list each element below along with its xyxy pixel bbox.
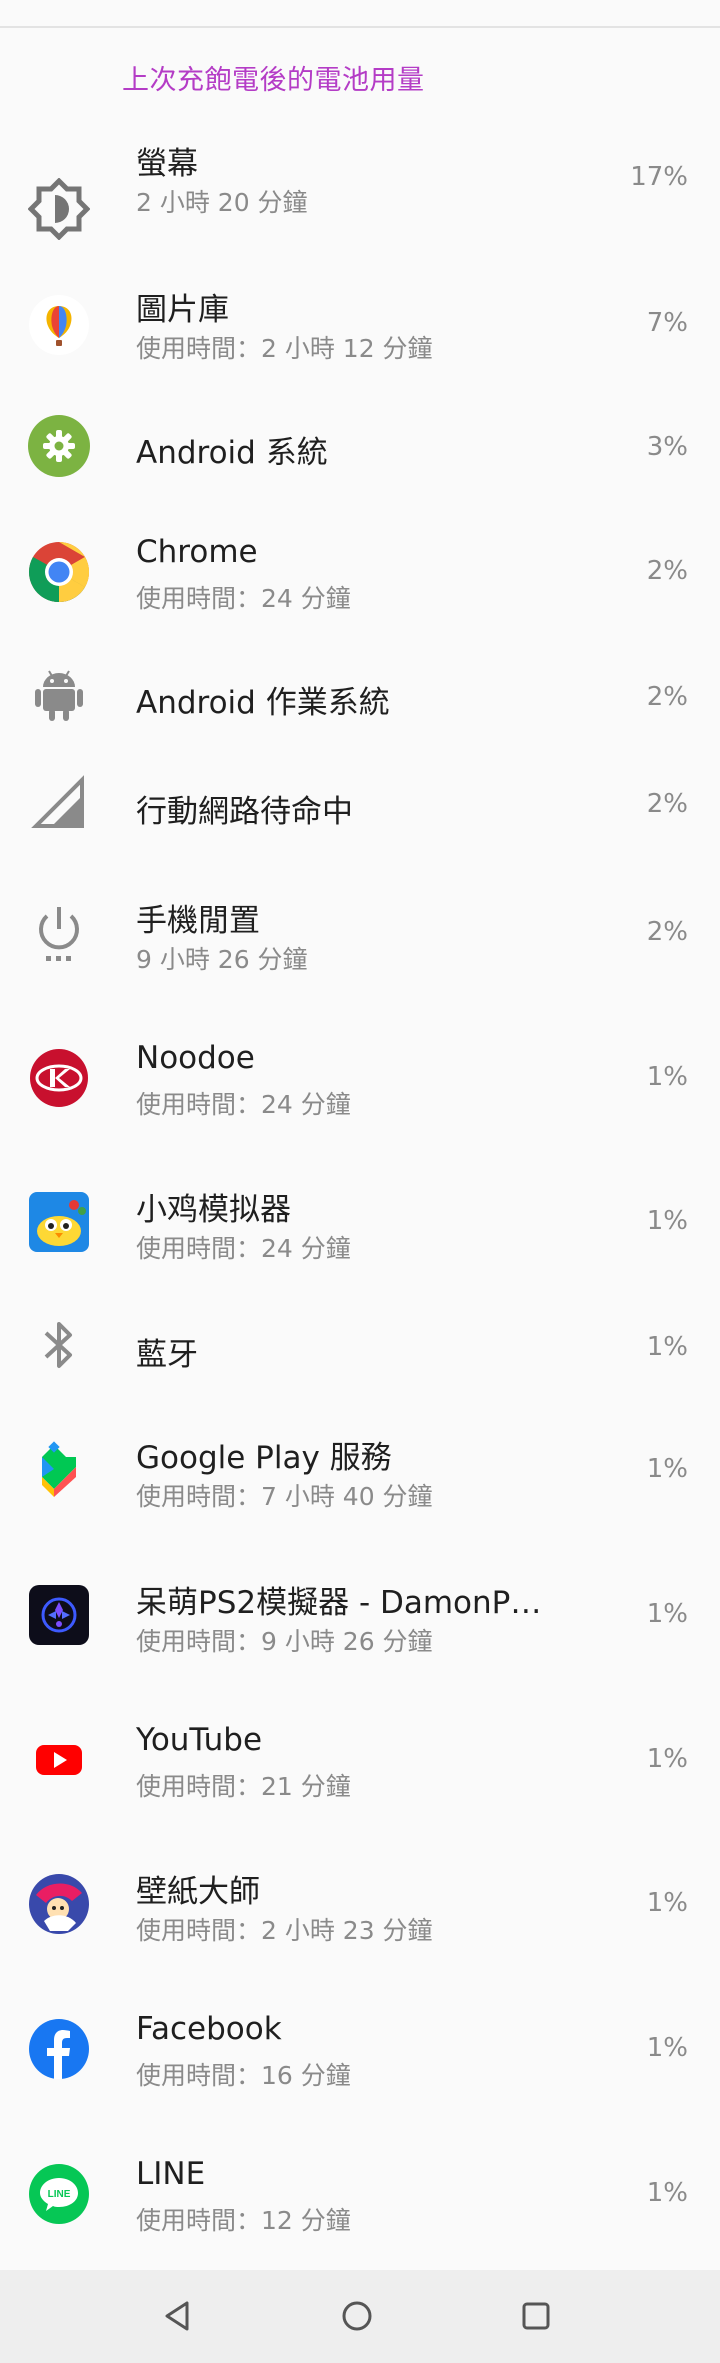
bluetooth-icon (28, 1315, 90, 1377)
list-item-line[interactable]: LINE LINE 使用時間：12 分鐘 1% (0, 2156, 720, 2266)
recents-button[interactable] (504, 2284, 568, 2348)
android-system-gear-icon (28, 415, 90, 477)
list-item-title: 呆萌PS2模擬器 - DamonP… (136, 1585, 542, 1621)
screen-brightness-icon (28, 178, 90, 240)
list-item-subtitle: 2 小時 20 分鐘 (136, 188, 308, 217)
list-item-screen[interactable]: 螢幕 2 小時 20 分鐘 17% (0, 138, 720, 278)
back-icon (165, 2301, 189, 2331)
youtube-icon (28, 1729, 90, 1791)
list-item-chick-emulator[interactable]: 小鸡模拟器 使用時間：24 分鐘 1% (0, 1184, 720, 1304)
list-item-title: 行動網路待命中 (136, 794, 353, 830)
list-item-percent: 1% (646, 2033, 688, 2063)
list-item-percent: 1% (646, 1332, 688, 1362)
list-item-noodoe[interactable]: Noodoe 使用時間：24 分鐘 1% (0, 1040, 720, 1160)
back-button[interactable] (146, 2284, 210, 2348)
list-item-mobile-standby[interactable]: 行動網路待命中 2% (0, 772, 720, 872)
chrome-icon (28, 541, 90, 603)
list-item-percent: 1% (646, 1454, 688, 1484)
list-item-subtitle: 使用時間：24 分鐘 (136, 1234, 351, 1263)
list-item-percent: 1% (646, 1744, 688, 1774)
list-item-damonps2[interactable]: 呆萌PS2模擬器 - DamonP… 使用時間：9 小時 26 分鐘 1% (0, 1577, 720, 1697)
list-item-youtube[interactable]: YouTube 使用時間：21 分鐘 1% (0, 1722, 720, 1842)
chick-emulator-icon (28, 1191, 90, 1253)
list-item-subtitle: 使用時間：24 分鐘 (136, 584, 351, 613)
list-item-subtitle: 9 小時 26 分鐘 (136, 945, 308, 974)
list-item-android-os[interactable]: Android 作業系統 2% (0, 663, 720, 763)
list-item-percent: 1% (646, 1599, 688, 1629)
list-item-gallery[interactable]: 圖片庫 使用時間：2 小時 12 分鐘 7% (0, 284, 720, 424)
list-item-title: LINE (136, 2156, 206, 2192)
list-item-percent: 2% (646, 556, 688, 586)
gallery-balloon-icon (28, 294, 90, 356)
top-divider (0, 0, 720, 28)
list-item-title: Chrome (136, 534, 258, 570)
list-item-subtitle: 使用時間：2 小時 23 分鐘 (136, 1916, 433, 1945)
list-item-percent: 2% (646, 682, 688, 712)
list-item-subtitle: 使用時間：16 分鐘 (136, 2061, 351, 2090)
home-icon (342, 2301, 372, 2331)
navigation-bar (0, 2270, 720, 2363)
list-item-title: Android 系統 (136, 435, 328, 471)
wallpaper-master-icon (28, 1873, 90, 1935)
list-item-google-play-services[interactable]: Google Play 服務 使用時間：7 小時 40 分鐘 1% (0, 1432, 720, 1552)
list-item-subtitle: 使用時間：9 小時 26 分鐘 (136, 1627, 433, 1656)
list-item-title: 手機閒置 (136, 903, 260, 939)
home-button[interactable] (325, 2284, 389, 2348)
list-item-subtitle: 使用時間：24 分鐘 (136, 1090, 351, 1119)
cell-signal-icon (28, 772, 90, 834)
list-item-percent: 1% (646, 2178, 688, 2208)
list-item-subtitle: 使用時間：21 分鐘 (136, 1772, 351, 1801)
list-item-percent: 17% (630, 162, 688, 192)
list-item-android-system[interactable]: Android 系統 3% (0, 415, 720, 525)
android-robot-icon (28, 663, 90, 725)
list-item-title: 圖片庫 (136, 292, 229, 328)
list-item-percent: 1% (646, 1206, 688, 1236)
section-header: 上次充飽電後的電池用量 (122, 65, 425, 96)
list-item-title: 壁紙大師 (136, 1874, 260, 1910)
list-item-percent: 3% (646, 432, 688, 462)
list-item-title: 藍牙 (136, 1337, 198, 1373)
list-item-title: Google Play 服務 (136, 1440, 392, 1476)
facebook-icon (28, 2018, 90, 2080)
list-item-wallpaper-master[interactable]: 壁紙大師 使用時間：2 小時 23 分鐘 1% (0, 1866, 720, 1986)
list-item-percent: 1% (646, 1888, 688, 1918)
list-item-subtitle: 使用時間：7 小時 40 分鐘 (136, 1482, 433, 1511)
list-item-title: YouTube (136, 1722, 263, 1758)
damonps2-icon (28, 1584, 90, 1646)
list-item-title: 小鸡模拟器 (136, 1192, 291, 1228)
recents-icon (522, 2302, 550, 2330)
list-item-subtitle: 使用時間：12 分鐘 (136, 2206, 351, 2235)
list-item-percent: 2% (646, 917, 688, 947)
list-item-percent: 7% (646, 308, 688, 338)
list-item-title: Facebook (136, 2011, 282, 2047)
list-item-bluetooth[interactable]: 藍牙 1% (0, 1315, 720, 1415)
list-item-phone-idle[interactable]: 手機閒置 9 小時 26 分鐘 2% (0, 895, 720, 1015)
list-item-title: Noodoe (136, 1040, 255, 1076)
line-icon: LINE (28, 2163, 90, 2225)
list-item-chrome[interactable]: Chrome 使用時間：24 分鐘 2% (0, 534, 720, 654)
list-item-facebook[interactable]: Facebook 使用時間：16 分鐘 1% (0, 2011, 720, 2131)
list-item-title: 螢幕 (136, 146, 198, 182)
power-idle-icon (28, 902, 90, 964)
list-item-percent: 1% (646, 1062, 688, 1092)
list-item-percent: 2% (646, 789, 688, 819)
svg-text:LINE: LINE (48, 2189, 71, 2200)
list-item-subtitle: 使用時間：2 小時 12 分鐘 (136, 334, 433, 363)
list-item-title: Android 作業系統 (136, 685, 390, 721)
google-play-services-icon (28, 1439, 90, 1501)
noodoe-icon (28, 1047, 90, 1109)
